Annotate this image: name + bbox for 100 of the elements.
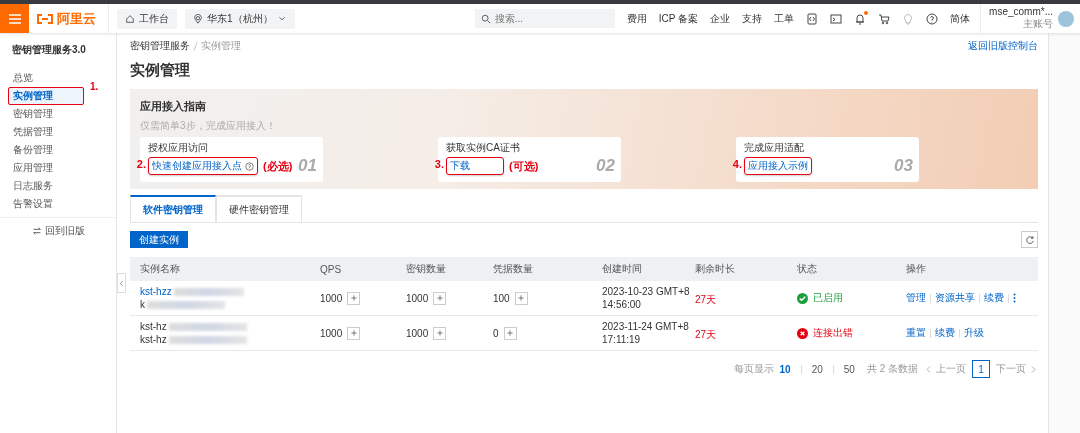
nav-link[interactable]: 费用 bbox=[626, 11, 647, 26]
page-size-option[interactable]: 20 bbox=[811, 363, 823, 375]
terminal-icon[interactable] bbox=[830, 12, 843, 25]
code-icon[interactable] bbox=[806, 12, 819, 25]
step-title: 授权应用访问 bbox=[148, 141, 209, 155]
breadcrumb-item: 实例管理 bbox=[201, 39, 241, 53]
nav-link[interactable]: ICP 备案 bbox=[658, 11, 699, 26]
status-label: 已启用 bbox=[813, 291, 843, 305]
sidebar-item[interactable]: 应用管理 bbox=[8, 159, 84, 177]
column-header: QPS bbox=[320, 263, 343, 275]
guide-title: 应用接入指南 bbox=[140, 99, 207, 114]
user-name[interactable]: mse_comm*... bbox=[989, 6, 1053, 17]
breadcrumb-item[interactable]: 密钥管理服务 bbox=[130, 39, 190, 53]
tab[interactable]: 软件密钥管理 bbox=[130, 195, 216, 222]
action-link[interactable]: 重置 bbox=[906, 326, 926, 340]
search-icon[interactable] bbox=[480, 14, 491, 24]
column-header: 状态 bbox=[797, 262, 818, 276]
sidebar-item[interactable]: 告警设置 bbox=[8, 195, 84, 213]
more-icon[interactable] bbox=[1013, 293, 1016, 303]
action-link[interactable]: 资源共享 bbox=[935, 291, 975, 305]
region-selector[interactable]: 华东1（杭州） bbox=[185, 8, 295, 29]
instance-id: k bbox=[140, 299, 145, 310]
search-field[interactable]: 搜索... bbox=[474, 9, 615, 28]
step-link[interactable]: 下载 bbox=[450, 159, 470, 173]
annotation-note: (可选) bbox=[509, 158, 539, 174]
page-size-label: 每页显示 bbox=[733, 362, 774, 376]
table-cell-text: 2023-10-23 GMT+8 bbox=[602, 286, 691, 297]
cart-icon[interactable] bbox=[878, 12, 891, 25]
sidebar-item[interactable]: 密钥管理 bbox=[8, 105, 84, 123]
create-instance-button[interactable]: 创建实例 bbox=[130, 231, 188, 248]
menu-icon bbox=[8, 13, 21, 24]
logo-icon bbox=[37, 13, 53, 24]
table-cell-text: 17:11:19 bbox=[602, 334, 642, 345]
step-link[interactable]: 快速创建应用接入点 bbox=[152, 159, 242, 173]
home-icon[interactable] bbox=[125, 13, 135, 24]
instance-id: kst-hz bbox=[140, 334, 167, 345]
status-label: 连接出错 bbox=[813, 326, 853, 340]
annotation-number: 2. bbox=[136, 158, 146, 170]
column-header: 密钥数量 bbox=[406, 262, 447, 276]
instance-id: kst-hz bbox=[140, 321, 167, 332]
help-icon[interactable] bbox=[926, 12, 939, 25]
page-title: 实例管理 bbox=[130, 61, 191, 80]
table-cell: 1000 bbox=[406, 327, 429, 339]
step-number: 02 bbox=[596, 156, 615, 176]
column-header: 凭据数量 bbox=[493, 262, 534, 276]
column-header: 操作 bbox=[906, 262, 927, 276]
swap-icon[interactable] bbox=[31, 226, 42, 236]
location-pin-icon[interactable] bbox=[193, 13, 203, 24]
nav-link[interactable]: 工单 bbox=[774, 11, 795, 26]
table-cell-text: 14:56:00 bbox=[602, 299, 642, 310]
column-header: 剩余时长 bbox=[695, 262, 736, 276]
language-menu[interactable]: 简体 bbox=[950, 11, 971, 26]
action-link[interactable]: 管理 bbox=[906, 291, 926, 305]
action-link[interactable]: 升级 bbox=[964, 326, 984, 340]
table-cell: 1000 bbox=[320, 327, 343, 339]
table-cell: 1000 bbox=[406, 292, 429, 304]
step-link[interactable]: 应用接入示例 bbox=[748, 159, 808, 173]
instance-link[interactable]: kst-hzz bbox=[140, 286, 172, 297]
column-header: 实例名称 bbox=[140, 262, 181, 276]
annotation-number: 1. bbox=[90, 81, 99, 92]
step-number: 03 bbox=[894, 156, 913, 176]
sidebar-item[interactable]: 实例管理 bbox=[8, 87, 84, 105]
page-size-option[interactable]: 50 bbox=[843, 363, 855, 375]
nav-link[interactable]: 支持 bbox=[742, 11, 763, 26]
page-size-option[interactable]: 10 bbox=[779, 363, 791, 375]
step-title: 获取实例CA证书 bbox=[446, 141, 521, 155]
lightbulb-icon[interactable] bbox=[902, 12, 915, 25]
action-link[interactable]: 续费 bbox=[984, 291, 1004, 305]
tab[interactable]: 硬件密钥管理 bbox=[216, 195, 302, 222]
step-number: 01 bbox=[298, 156, 317, 176]
remaining-time: 27天 bbox=[695, 294, 717, 305]
sidebar-item[interactable]: 凭据管理 bbox=[8, 123, 84, 141]
page-button[interactable]: 1 bbox=[972, 360, 990, 378]
nav-link[interactable]: 企业 bbox=[710, 11, 731, 26]
annotation-number: 4. bbox=[732, 158, 742, 170]
bell-icon[interactable] bbox=[854, 12, 867, 25]
sidebar-item[interactable]: 日志服务 bbox=[8, 177, 84, 195]
workbench-button[interactable]: 工作台 bbox=[117, 8, 177, 29]
sidebar-title: 密钥管理服务3.0 bbox=[11, 43, 87, 57]
back-to-old-version-link[interactable]: 回到旧版 bbox=[0, 217, 116, 238]
column-header: 创建时间 bbox=[602, 262, 643, 276]
back-link[interactable]: 返回旧版控制台 bbox=[968, 39, 1038, 53]
sidebar-item[interactable]: 总览 bbox=[8, 69, 84, 87]
avatar[interactable] bbox=[1058, 10, 1074, 27]
collapse-handle[interactable] bbox=[117, 273, 126, 293]
total-count: 共 2 条数据 bbox=[866, 362, 918, 376]
sidebar-item[interactable]: 备份管理 bbox=[8, 141, 84, 159]
remaining-time: 27天 bbox=[695, 329, 717, 340]
menu-button[interactable] bbox=[0, 4, 29, 33]
annotation-number: 3. bbox=[434, 158, 444, 170]
table-cell: 100 bbox=[493, 292, 510, 304]
blurred-text bbox=[173, 287, 244, 296]
help-icon[interactable] bbox=[245, 161, 254, 171]
annotation-note: (必选) bbox=[263, 158, 293, 174]
table-cell: 0 bbox=[493, 327, 499, 339]
table-cell: 1000 bbox=[320, 292, 343, 304]
chevron-left-icon[interactable] bbox=[118, 279, 125, 287]
action-link[interactable]: 续费 bbox=[935, 326, 955, 340]
user-role: 主账号 bbox=[1022, 17, 1053, 31]
table-cell-text: 2023-11-24 GMT+8 bbox=[602, 321, 690, 332]
